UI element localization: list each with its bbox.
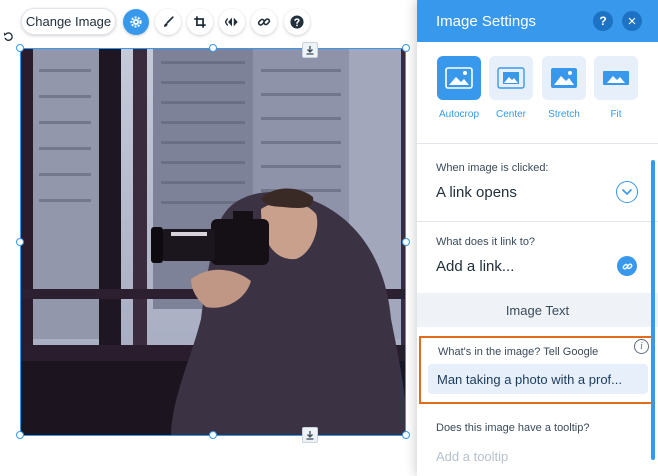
resize-handle-bottom-right[interactable] xyxy=(402,431,410,439)
resize-handle-top-left[interactable] xyxy=(16,44,24,52)
download-arrow-icon xyxy=(306,431,314,440)
tooltip-label: Does this image have a tooltip? xyxy=(436,422,590,434)
fill-option-fit-label: Fit xyxy=(610,109,622,120)
fill-option-stretch[interactable] xyxy=(542,56,586,100)
help-button[interactable] xyxy=(284,9,310,35)
download-arrow-icon xyxy=(306,46,314,55)
image-autocrop-icon xyxy=(445,67,473,89)
tooltip-input[interactable]: Add a tooltip xyxy=(436,449,508,464)
fill-option-autocrop[interactable] xyxy=(437,56,481,100)
resize-handle-right[interactable] xyxy=(402,238,410,246)
click-action-dropdown[interactable]: A link opens xyxy=(436,184,517,201)
image-text-section-header: Image Text xyxy=(417,293,658,327)
panel-help-button[interactable]: ? xyxy=(593,11,613,31)
chevron-down-icon xyxy=(621,188,633,196)
fill-option-autocrop-label: Autocrop xyxy=(438,109,480,120)
filters-button[interactable] xyxy=(155,9,181,35)
resize-handle-bottom[interactable] xyxy=(209,431,217,439)
fill-option-center[interactable] xyxy=(489,56,533,100)
link-icon xyxy=(622,262,632,270)
info-icon[interactable]: i xyxy=(634,339,649,354)
panel-scrollbar[interactable] xyxy=(651,160,655,460)
panel-close-button[interactable]: × xyxy=(622,11,642,31)
divider xyxy=(417,143,658,144)
link-button[interactable] xyxy=(251,9,277,35)
resize-handle-top-right[interactable] xyxy=(402,44,410,52)
editor-canvas: Change Image Image Settings ? × Autocrop… xyxy=(0,0,658,476)
resize-handle-bottom-left[interactable] xyxy=(16,431,24,439)
animation-button[interactable] xyxy=(219,9,245,35)
crop-icon xyxy=(194,16,206,28)
resize-handle-top[interactable] xyxy=(209,44,217,52)
fill-option-stretch-label: Stretch xyxy=(548,109,580,120)
selected-image[interactable] xyxy=(20,48,406,436)
animation-icon xyxy=(225,17,238,27)
photo-man-with-camera xyxy=(21,49,405,435)
image-fit-icon xyxy=(603,71,629,85)
resize-handle-left[interactable] xyxy=(16,238,24,246)
help-icon xyxy=(290,15,304,29)
brush-icon xyxy=(164,16,174,27)
link-icon xyxy=(257,18,271,26)
fill-option-center-label: Center xyxy=(495,109,526,120)
click-action-dropdown-toggle[interactable] xyxy=(616,181,638,203)
image-center-icon xyxy=(497,67,525,89)
crop-button[interactable] xyxy=(187,9,213,35)
image-stretch-icon xyxy=(551,68,577,88)
image-settings-panel: Image Settings ? × Autocrop Center Stret… xyxy=(417,0,658,476)
divider xyxy=(417,221,658,222)
alt-text-input[interactable]: Man taking a photo with a prof... xyxy=(428,364,648,394)
add-link-button[interactable] xyxy=(617,256,637,276)
stretch-bottom-button[interactable] xyxy=(302,427,318,443)
link-to-label: What does it link to? xyxy=(436,236,536,248)
rotate-handle[interactable] xyxy=(1,29,16,44)
alt-text-highlight: What's in the image? Tell Google i Man t… xyxy=(419,336,655,404)
add-link-field[interactable]: Add a link... xyxy=(436,258,514,275)
panel-title: Image Settings xyxy=(436,12,537,30)
alt-text-label: What's in the image? Tell Google xyxy=(438,346,599,358)
gear-icon xyxy=(130,16,142,28)
stretch-top-button[interactable] xyxy=(302,42,318,58)
fill-option-fit[interactable] xyxy=(594,56,638,100)
click-action-label: When image is clicked: xyxy=(436,162,549,174)
change-image-button[interactable]: Change Image xyxy=(21,8,116,35)
rotate-icon xyxy=(3,32,13,41)
settings-button[interactable] xyxy=(123,9,149,35)
